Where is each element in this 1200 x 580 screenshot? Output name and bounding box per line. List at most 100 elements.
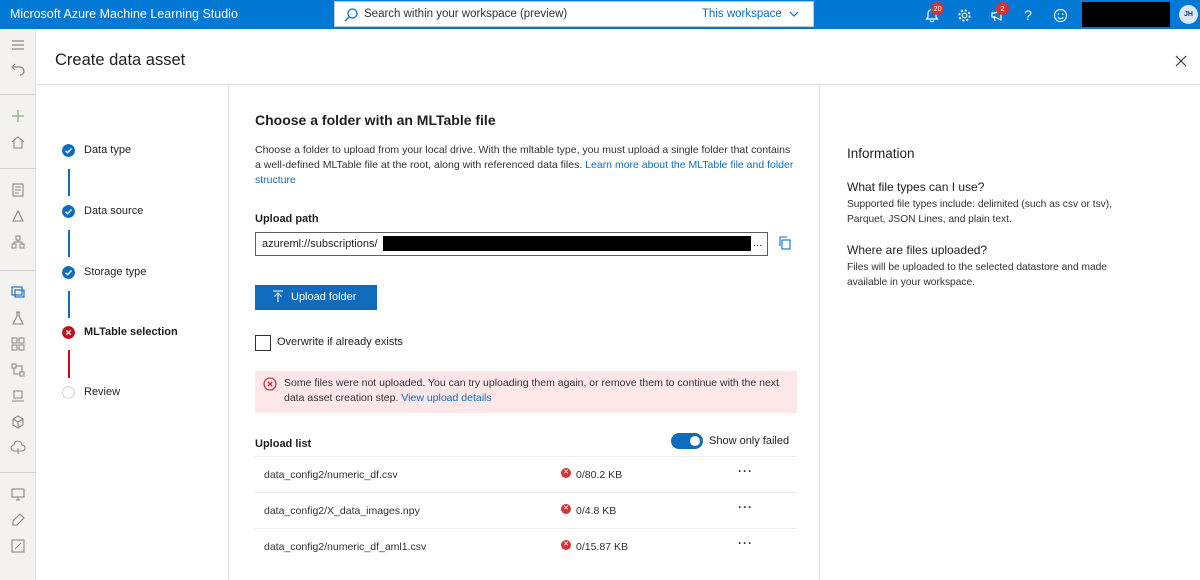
- nav-divider: [0, 168, 36, 169]
- step-label: MLTable selection: [84, 326, 178, 338]
- announcements-button[interactable]: 2: [987, 2, 1009, 25]
- notifications-button[interactable]: 20: [922, 2, 944, 25]
- copy-icon[interactable]: [778, 236, 792, 250]
- failed-status-icon: ✕: [561, 468, 571, 478]
- compute-icon[interactable]: [10, 486, 26, 502]
- search-scope-dropdown[interactable]: This workspace: [702, 8, 799, 20]
- failed-status-icon: ✕: [561, 504, 571, 514]
- upload-path-label: Upload path: [255, 213, 319, 225]
- settings-button[interactable]: [954, 5, 974, 25]
- checkmark-circle-icon: [62, 144, 75, 157]
- step-label: Data source: [84, 205, 144, 217]
- search-icon: [344, 8, 358, 22]
- step-label: Storage type: [84, 266, 147, 278]
- avatar[interactable]: JH: [1179, 5, 1198, 24]
- automl-icon[interactable]: [10, 208, 26, 224]
- error-circle-icon: [62, 326, 75, 339]
- empty-circle-icon: [62, 386, 75, 399]
- environments-icon[interactable]: [10, 388, 26, 404]
- upload-list: data_config2/numeric_df.csv ✕ 0/80.2 KB …: [255, 456, 797, 564]
- upload-folder-button[interactable]: Upload folder: [255, 285, 377, 310]
- overwrite-label[interactable]: Overwrite if already exists: [277, 336, 403, 348]
- show-only-failed-label: Show only failed: [709, 435, 790, 447]
- nav-divider: [0, 270, 36, 271]
- view-upload-details-link[interactable]: View upload details: [401, 392, 491, 404]
- upload-path-value: azureml://subscriptions/: [262, 238, 378, 250]
- wizard-steps: Data type Data source Storage type MLTab…: [36, 85, 229, 580]
- pipelines-icon[interactable]: [10, 362, 26, 378]
- file-name: data_config2/numeric_df.csv: [264, 469, 398, 481]
- table-row: data_config2/numeric_df_aml1.csv ✕ 0/15.…: [255, 528, 797, 564]
- table-row: data_config2/numeric_df.csv ✕ 0/80.2 KB …: [255, 456, 797, 492]
- error-message: Some files were not uploaded. You can tr…: [284, 376, 784, 406]
- app-title[interactable]: Microsoft Azure Machine Learning Studio: [10, 7, 238, 21]
- redacted-path: [383, 236, 751, 251]
- table-row: data_config2/X_data_images.npy ✕ 0/4.8 K…: [255, 492, 797, 528]
- step-connector: [68, 169, 70, 196]
- error-text: Some files were not uploaded. You can tr…: [284, 377, 779, 404]
- plus-icon[interactable]: [10, 108, 26, 124]
- nav-divider: [0, 94, 36, 95]
- data-icon[interactable]: [10, 284, 26, 300]
- smiley-icon: [1053, 8, 1067, 22]
- hamburger-menu-icon[interactable]: [10, 37, 26, 53]
- info-answer: Files will be uploaded to the selected d…: [847, 262, 1107, 288]
- help-icon: ?: [1024, 7, 1032, 23]
- step-connector: [68, 230, 70, 257]
- checkmark-circle-icon: [62, 266, 75, 279]
- nav-divider: [0, 472, 36, 473]
- file-name: data_config2/X_data_images.npy: [264, 505, 420, 517]
- failed-status-icon: ✕: [561, 540, 571, 550]
- more-options-button[interactable]: ···: [738, 500, 753, 514]
- linked-services-icon[interactable]: [10, 512, 26, 528]
- upload-list-label: Upload list: [255, 438, 312, 450]
- checkmark-circle-icon: [62, 205, 75, 218]
- left-nav: [0, 29, 36, 580]
- back-arrow-icon[interactable]: [10, 60, 26, 76]
- upload-path-field[interactable]: azureml://subscriptions/ ...: [255, 232, 768, 256]
- step-label: Review: [84, 386, 121, 398]
- models-icon[interactable]: [10, 414, 26, 430]
- error-circle-icon: [263, 377, 277, 391]
- error-message-bar: Some files were not uploaded. You can tr…: [255, 371, 797, 413]
- components-icon[interactable]: [10, 336, 26, 352]
- more-options-button[interactable]: ···: [738, 536, 753, 550]
- notebook-icon[interactable]: [10, 182, 26, 198]
- section-description: Choose a folder to upload from your loca…: [255, 143, 795, 188]
- step-connector: [68, 291, 70, 318]
- file-name: data_config2/numeric_df_aml1.csv: [264, 541, 427, 553]
- info-question: Where are files uploaded?: [847, 243, 988, 257]
- search-input[interactable]: Search within your workspace (preview): [364, 8, 567, 20]
- close-icon[interactable]: [1174, 54, 1188, 68]
- designer-icon[interactable]: [10, 234, 26, 250]
- step-label: Data type: [84, 144, 132, 156]
- section-heading: Choose a folder with an MLTable file: [255, 112, 496, 128]
- upload-path-ellipsis: ...: [753, 237, 763, 249]
- information-title: Information: [847, 146, 915, 161]
- info-question: What file types can I use?: [847, 180, 985, 194]
- help-button[interactable]: ?: [1018, 5, 1038, 25]
- gear-icon: [957, 8, 971, 22]
- account-info-redacted[interactable]: [1082, 2, 1170, 27]
- create-data-asset-panel: Create data asset Data type Data source …: [36, 29, 1200, 580]
- panel-title: Create data asset: [55, 51, 186, 69]
- chevron-down-icon: [789, 11, 799, 17]
- file-size: 0/80.2 KB: [576, 469, 623, 481]
- show-only-failed-toggle[interactable]: [671, 433, 703, 449]
- search-scope-label: This workspace: [701, 8, 782, 20]
- top-bar: Microsoft Azure Machine Learning Studio …: [0, 0, 1200, 29]
- search-box[interactable]: Search within your workspace (preview) T…: [334, 1, 814, 27]
- data-labeling-icon[interactable]: [10, 538, 26, 554]
- step-connector: [68, 350, 70, 378]
- notification-count-badge: 20: [931, 2, 944, 15]
- overwrite-checkbox[interactable]: [255, 335, 271, 351]
- more-options-button[interactable]: ···: [738, 464, 753, 478]
- jobs-icon[interactable]: [10, 310, 26, 326]
- feedback-button[interactable]: [1050, 5, 1070, 25]
- home-icon[interactable]: [10, 134, 26, 150]
- upload-folder-label: Upload folder: [291, 291, 357, 303]
- file-size: 0/15.87 KB: [576, 541, 628, 553]
- announcement-count-badge: 2: [996, 2, 1009, 15]
- endpoints-icon[interactable]: [10, 440, 26, 456]
- info-answer: Supported file types include: delimited …: [847, 199, 1112, 225]
